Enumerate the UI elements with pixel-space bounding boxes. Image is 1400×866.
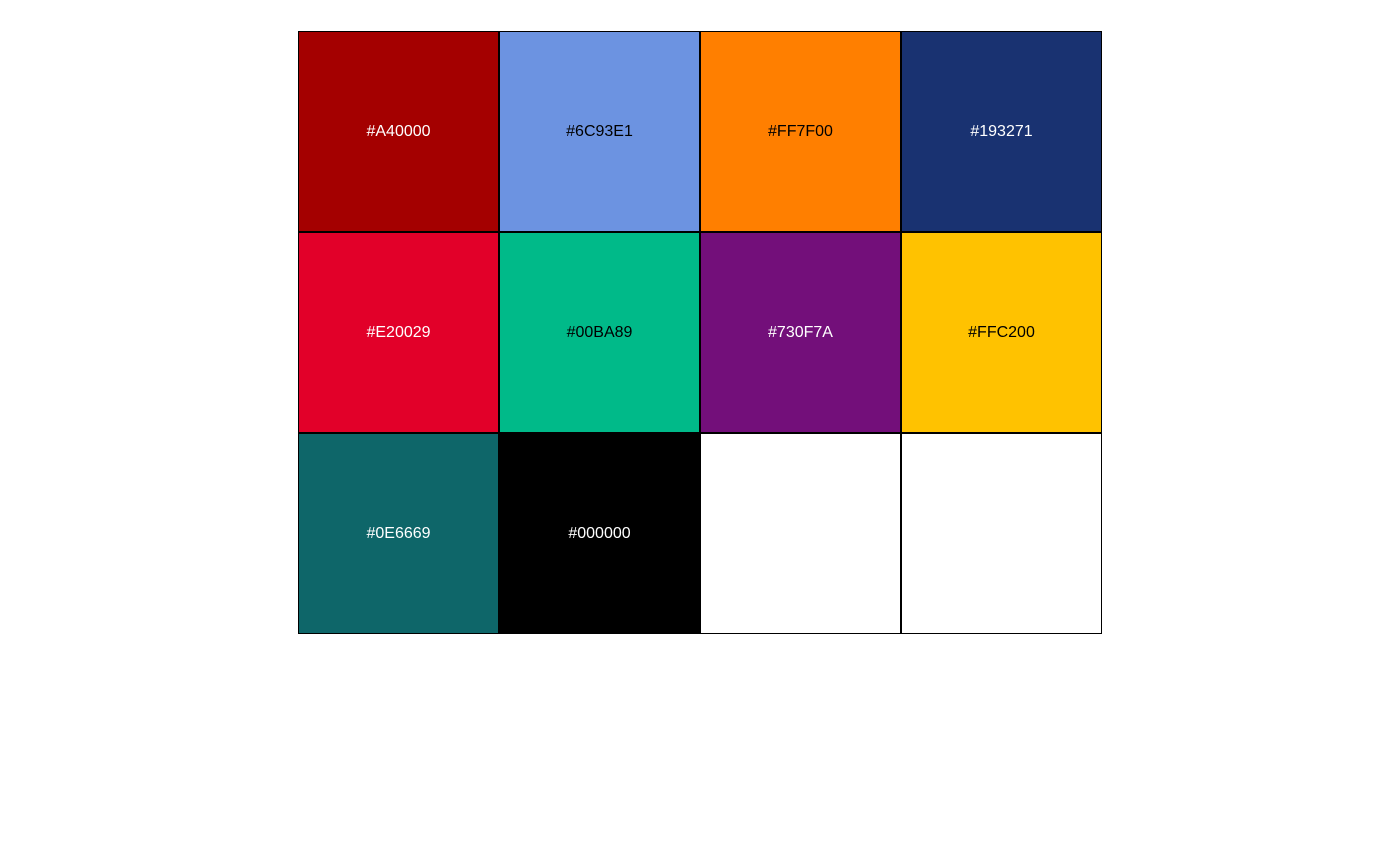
color-swatch: #730F7A	[700, 232, 901, 433]
swatch-hex-label: #0E6669	[366, 524, 431, 542]
swatch-hex-label: #A40000	[366, 122, 431, 140]
swatch-hex-label: #730F7A	[768, 323, 833, 341]
color-swatch: #FF7F00	[700, 31, 901, 232]
color-swatch: #6C93E1	[499, 31, 700, 232]
color-swatch: #FFC200	[901, 232, 1102, 433]
swatch-hex-label: #E20029	[366, 323, 431, 341]
empty-swatch	[901, 433, 1102, 634]
swatch-hex-label: #FF7F00	[768, 122, 833, 140]
color-swatch: #00BA89	[499, 232, 700, 433]
swatch-hex-label: #00BA89	[566, 323, 633, 341]
swatch-hex-label: #FFC200	[968, 323, 1035, 341]
color-swatch: #193271	[901, 31, 1102, 232]
color-swatch: #0E6669	[298, 433, 499, 634]
empty-swatch	[700, 433, 901, 634]
swatch-hex-label: #193271	[970, 122, 1033, 140]
swatch-hex-label: #6C93E1	[566, 122, 633, 140]
color-palette-grid: #A40000 #6C93E1 #FF7F00 #193271 #E20029 …	[298, 31, 1102, 634]
color-swatch: #E20029	[298, 232, 499, 433]
color-swatch: #A40000	[298, 31, 499, 232]
swatch-hex-label: #000000	[568, 524, 631, 542]
color-swatch: #000000	[499, 433, 700, 634]
